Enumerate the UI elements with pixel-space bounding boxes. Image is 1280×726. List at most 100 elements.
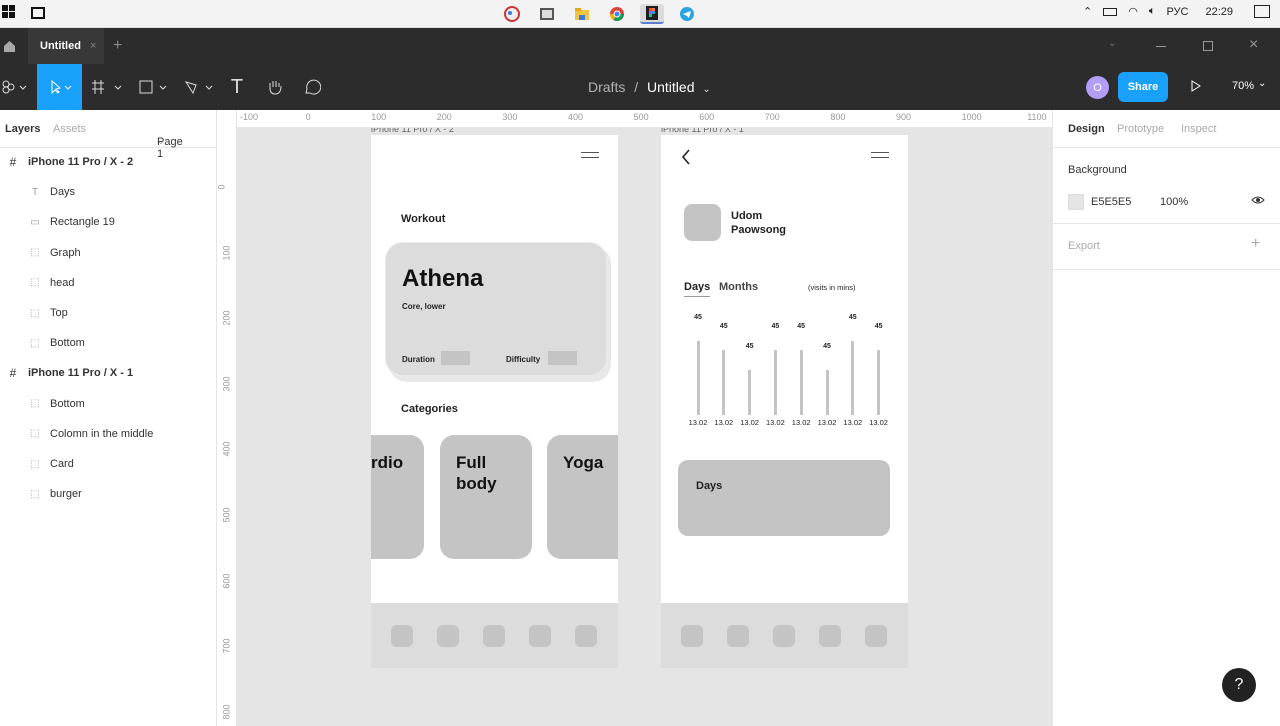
nav-button[interactable] bbox=[529, 625, 551, 647]
layer-item[interactable]: ⬚ Bottom bbox=[0, 328, 217, 358]
telegram-icon[interactable] bbox=[675, 4, 699, 24]
hand-tool-icon[interactable] bbox=[262, 64, 288, 110]
color-swatch[interactable] bbox=[1068, 194, 1084, 210]
present-icon[interactable] bbox=[1190, 79, 1202, 98]
background-opacity[interactable]: 100% bbox=[1160, 196, 1188, 208]
restore-icon[interactable] bbox=[1203, 41, 1213, 51]
ruler-tick: -100 bbox=[240, 112, 259, 122]
drafts-link[interactable]: Drafts bbox=[588, 79, 625, 95]
category-card-yoga[interactable]: Yoga bbox=[547, 435, 618, 559]
layer-item[interactable]: ▭ Rectangle 19 bbox=[0, 207, 217, 237]
text-tool-icon[interactable]: T bbox=[226, 64, 248, 110]
layer-item[interactable]: ⬚ Bottom bbox=[0, 389, 217, 419]
chevron-up-icon[interactable]: ⌃ bbox=[1083, 5, 1092, 18]
category-card-cardio[interactable]: rdio bbox=[371, 435, 424, 559]
shape-tool-icon[interactable] bbox=[136, 64, 172, 110]
nav-button[interactable] bbox=[575, 625, 597, 647]
media-app-icon[interactable] bbox=[535, 4, 559, 24]
new-tab-icon[interactable]: + bbox=[113, 37, 122, 55]
share-button[interactable]: Share bbox=[1118, 72, 1168, 102]
layer-item[interactable]: ⬚ Colomn in the middle bbox=[0, 419, 217, 449]
nav-button[interactable] bbox=[727, 625, 749, 647]
input-language[interactable]: РУС bbox=[1166, 6, 1188, 18]
canvas[interactable]: iPhone 11 Pro / X - 2 iPhone 11 Pro / X … bbox=[237, 128, 1052, 726]
ruler-tick: 700 bbox=[764, 112, 780, 122]
chrome-icon[interactable] bbox=[605, 4, 629, 24]
layer-item[interactable]: ⬚ burger bbox=[0, 479, 217, 509]
iphone-frame-workout[interactable]: Workout Athena Core, lower Duration Diff… bbox=[371, 135, 618, 668]
task-view-icon[interactable] bbox=[31, 6, 45, 19]
nav-button[interactable] bbox=[437, 625, 459, 647]
category-label: rdio bbox=[371, 453, 404, 472]
burger-icon[interactable] bbox=[581, 152, 599, 158]
days-card[interactable]: Days bbox=[678, 460, 890, 536]
windows-taskbar: ⌃ ◠ 🔈︎ РУС 22:29 bbox=[0, 0, 1280, 28]
days-card-label: Days bbox=[696, 480, 723, 492]
layer-frame[interactable]: # iPhone 11 Pro / X - 1 bbox=[0, 358, 217, 388]
chevron-down-icon[interactable]: ⌄ bbox=[1108, 38, 1116, 49]
nav-button[interactable] bbox=[483, 625, 505, 647]
nav-button[interactable] bbox=[391, 625, 413, 647]
layer-item[interactable]: ⬚ Card bbox=[0, 449, 217, 479]
difficulty-value-box bbox=[548, 351, 577, 365]
layer-frame[interactable]: # iPhone 11 Pro / X - 2 bbox=[0, 147, 217, 177]
notifications-icon[interactable] bbox=[1254, 5, 1270, 18]
volume-icon[interactable]: 🔈︎ bbox=[1149, 5, 1156, 18]
layer-item[interactable]: ⬚ head bbox=[0, 268, 217, 298]
pen-tool-icon[interactable] bbox=[182, 64, 218, 110]
layer-name: Card bbox=[50, 458, 74, 470]
close-window-icon[interactable]: × bbox=[1249, 36, 1258, 54]
category-card-full-body[interactable]: Full body bbox=[440, 435, 532, 559]
ruler-tick: 500 bbox=[633, 112, 649, 122]
tab-layers[interactable]: Layers bbox=[5, 123, 40, 135]
text-layer-icon: T bbox=[31, 186, 39, 198]
background-section: Background E5E5E5 100% bbox=[1053, 148, 1280, 224]
background-heading: Background bbox=[1068, 164, 1127, 176]
iphone-frame-profile[interactable]: Udom Paowsong Days Months (visits in min… bbox=[661, 135, 908, 668]
comment-tool-icon[interactable] bbox=[300, 64, 324, 110]
nav-button[interactable] bbox=[865, 625, 887, 647]
nav-button[interactable] bbox=[819, 625, 841, 647]
layer-item[interactable]: ⬚ Top bbox=[0, 298, 217, 328]
file-name[interactable]: Untitled bbox=[647, 79, 694, 95]
tab-design[interactable]: Design bbox=[1068, 123, 1105, 135]
chevron-down-icon[interactable]: ⌄ bbox=[702, 84, 710, 95]
figma-app-icon[interactable] bbox=[640, 4, 664, 24]
ruler-tick: 0 bbox=[305, 112, 311, 122]
home-icon[interactable] bbox=[3, 40, 16, 58]
close-tab-icon[interactable]: × bbox=[90, 40, 96, 52]
graph-bar bbox=[748, 370, 752, 415]
add-export-icon[interactable]: + bbox=[1251, 235, 1260, 253]
clock[interactable]: 22:29 bbox=[1205, 6, 1233, 18]
move-tool-icon[interactable] bbox=[37, 64, 82, 110]
nav-button[interactable] bbox=[773, 625, 795, 647]
battery-icon[interactable] bbox=[1103, 7, 1118, 16]
frame-label-2: iPhone 11 Pro / X - 2 bbox=[371, 128, 481, 132]
ruler-tick: 600 bbox=[221, 573, 232, 589]
layer-name: Days bbox=[50, 186, 76, 199]
eye-icon[interactable] bbox=[1251, 194, 1265, 209]
wifi-icon[interactable]: ◠ bbox=[1128, 5, 1138, 18]
bar-value-label: 45 bbox=[874, 323, 883, 330]
tab-inspect[interactable]: Inspect bbox=[1181, 123, 1216, 135]
tab-prototype[interactable]: Prototype bbox=[1117, 123, 1164, 135]
help-button[interactable]: ? bbox=[1222, 668, 1256, 702]
tab-untitled[interactable]: Untitled × bbox=[28, 28, 104, 64]
paint-app-icon[interactable] bbox=[500, 4, 524, 24]
layer-item[interactable]: T Days bbox=[0, 177, 217, 207]
avatar[interactable]: O bbox=[1086, 76, 1109, 99]
file-explorer-icon[interactable] bbox=[570, 4, 594, 24]
frame-tool-icon[interactable] bbox=[90, 64, 126, 110]
workout-card[interactable]: Athena Core, lower Duration Difficulty bbox=[385, 242, 607, 376]
ruler-tick: 400 bbox=[568, 112, 584, 122]
bar-value-label: 45 bbox=[694, 314, 702, 321]
background-hex[interactable]: E5E5E5 bbox=[1091, 196, 1131, 208]
windows-start-icon[interactable] bbox=[2, 5, 15, 18]
nav-button[interactable] bbox=[681, 625, 703, 647]
tab-assets[interactable]: Assets bbox=[53, 123, 86, 135]
zoom-level[interactable]: 70% bbox=[1232, 80, 1254, 92]
chevron-down-icon[interactable]: ⌄ bbox=[1258, 78, 1266, 89]
main-menu-icon[interactable] bbox=[0, 64, 30, 110]
minimize-icon[interactable] bbox=[1156, 46, 1166, 47]
layer-item[interactable]: ⬚ Graph bbox=[0, 238, 217, 268]
